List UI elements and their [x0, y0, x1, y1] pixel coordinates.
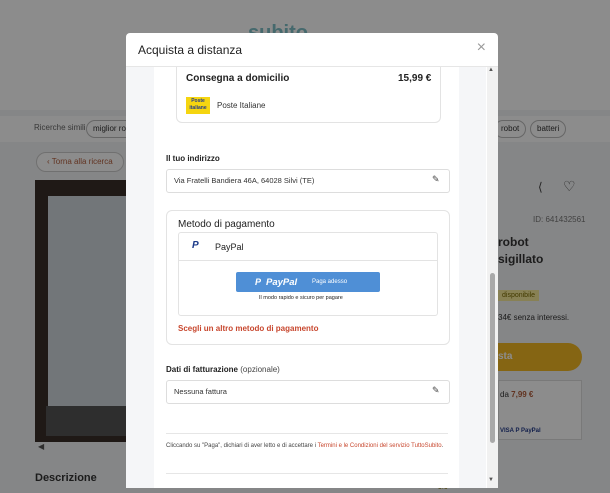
divider [166, 433, 448, 434]
modal-body: Consegna a domicilio 15,99 € Poste itali… [126, 33, 498, 488]
paypal-button-brand: PayPal [266, 277, 298, 288]
scrollbar-thumb[interactable] [490, 273, 495, 443]
terms-link[interactable]: Termini e le Condizioni del servizio Tut… [318, 443, 442, 449]
poste-italiane-logo: Poste italiane [186, 97, 210, 114]
scroll-up-arrow[interactable]: ▲ [488, 67, 494, 73]
pencil-icon[interactable]: ✎ [432, 385, 440, 396]
invoice-value: Nessuna fattura [174, 387, 227, 396]
paypal-button-icon: P [255, 277, 262, 287]
invoice-label: Dati di fatturazione (opzionale) [166, 365, 280, 374]
pencil-icon[interactable]: ✎ [432, 174, 440, 185]
legal-text-body: Cliccando su "Paga", dichiari di aver le… [166, 443, 318, 449]
invoice-optional: (opzionale) [240, 365, 280, 374]
paypal-label: PayPal [215, 242, 244, 252]
payment-method-title: Metodo di pagamento [178, 219, 275, 230]
divider [178, 260, 438, 261]
choose-other-payment-link[interactable]: Scegli un altro metodo di pagamento [178, 324, 318, 333]
divider [166, 473, 448, 474]
scroll-down-arrow[interactable]: ▼ [488, 477, 494, 483]
paypal-button-text: Paga adesso [312, 279, 348, 285]
address-value: Via Fratelli Bandiera 46A, 64028 Silvi (… [174, 176, 315, 185]
carrier-name: Poste Italiane [217, 101, 266, 110]
paypal-icon: P [192, 240, 199, 251]
address-label: Il tuo indirizzo [166, 154, 220, 163]
legal-text: Cliccando su "Paga", dichiari di aver le… [166, 441, 446, 452]
delivery-label: Consegna a domicilio [186, 73, 290, 84]
paypal-subtext: Il modo rapido e sicuro per pagare [259, 295, 343, 301]
invoice-label-text: Dati di fatturazione [166, 365, 239, 374]
delivery-price: 15,99 € [398, 73, 432, 84]
legal-text-end: . [441, 443, 444, 449]
